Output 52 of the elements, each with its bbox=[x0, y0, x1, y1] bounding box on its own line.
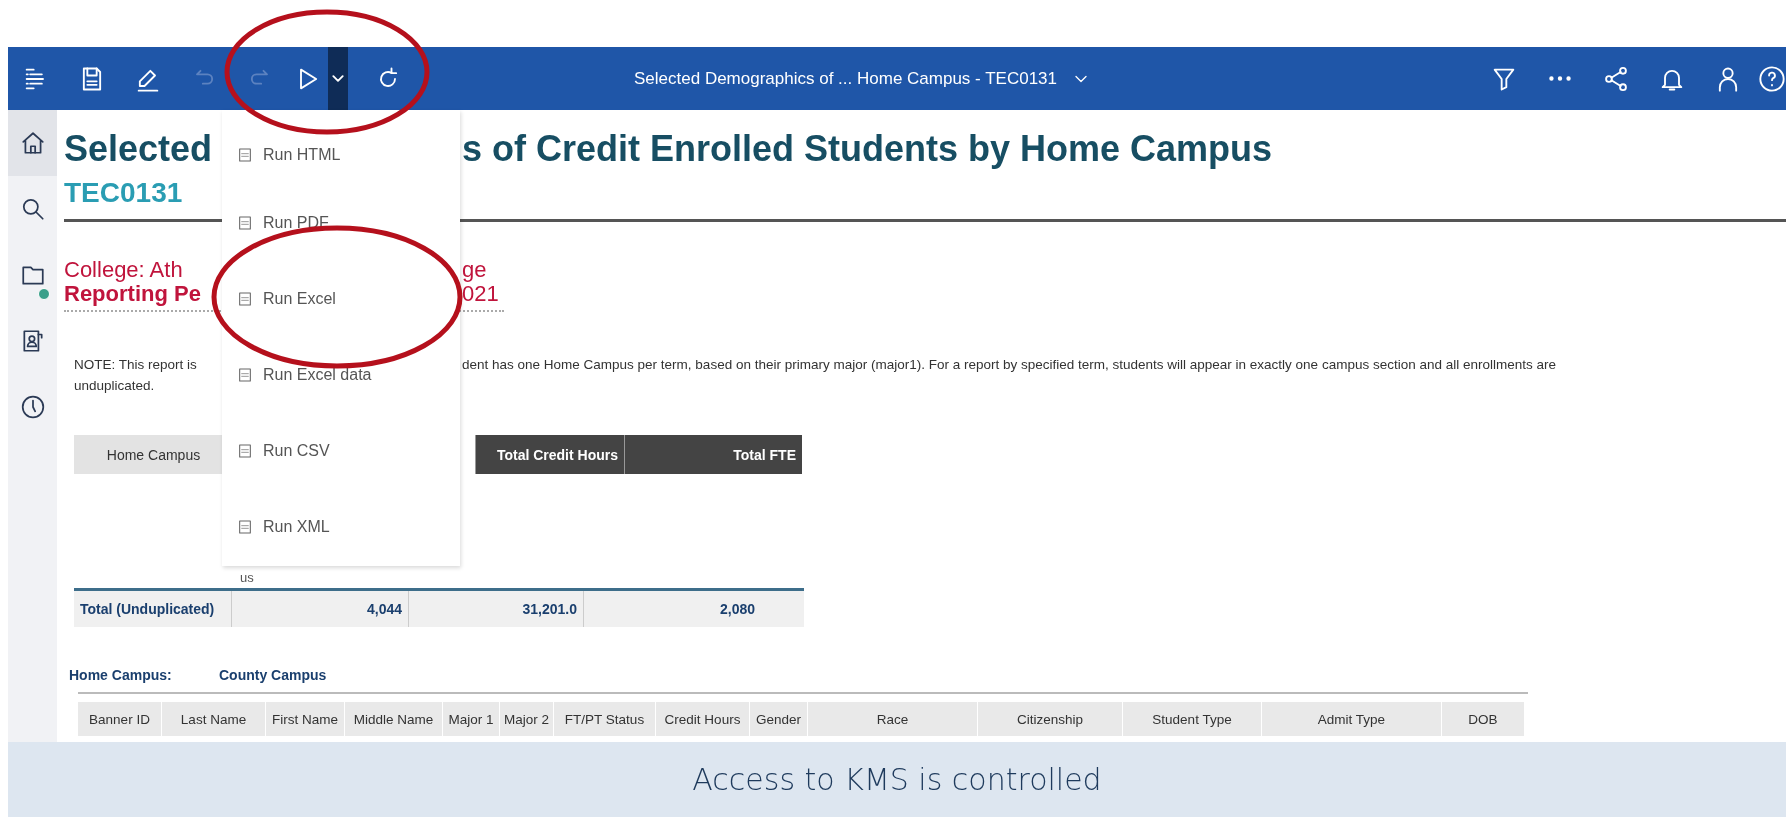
document-icon bbox=[237, 291, 253, 307]
report-code: TEC0131 bbox=[64, 177, 183, 209]
run-menu-item[interactable]: Run XML bbox=[222, 489, 460, 565]
college-value: ge bbox=[462, 258, 487, 282]
report-title: s of Credit Enrolled Students by Home Campus bbox=[462, 128, 1273, 170]
section-value: County Campus bbox=[219, 667, 327, 683]
column-header: Major 2 bbox=[500, 702, 554, 736]
note-text: dent has one Home Campus per term, based on their primary major (major1). For a report by specified term, students will appear in exactly one campus section and all enrollments are bbox=[462, 356, 1556, 374]
column-header: DOB bbox=[1442, 702, 1525, 736]
document-icon bbox=[237, 147, 253, 163]
more-icon bbox=[1549, 76, 1571, 81]
caption-text: Access to KMS is controlled bbox=[692, 762, 1102, 797]
table-cell: 31,201.0 bbox=[408, 591, 583, 627]
note-text: NOTE: This report is bbox=[74, 356, 197, 374]
column-header: Major 1 bbox=[443, 702, 500, 736]
status-dot bbox=[38, 288, 50, 300]
report-title: Selected bbox=[64, 128, 213, 170]
run-menu-item[interactable]: Run Excel data bbox=[222, 337, 460, 413]
home-button[interactable] bbox=[8, 110, 57, 176]
section-label: Home Campus: bbox=[69, 667, 173, 683]
college-label: College: Ath bbox=[64, 258, 183, 282]
column-header: Total Credit Hours bbox=[475, 435, 624, 474]
run-options-button[interactable] bbox=[328, 47, 348, 110]
column-header: Student Type bbox=[1123, 702, 1262, 736]
run-menu-item[interactable]: Run HTML bbox=[222, 125, 460, 185]
table-cell: us bbox=[240, 570, 254, 585]
note-text: unduplicated. bbox=[74, 377, 155, 395]
share-icon bbox=[1602, 64, 1630, 93]
document-icon bbox=[237, 367, 253, 383]
document-icon bbox=[237, 215, 253, 231]
column-header: Admit Type bbox=[1262, 702, 1442, 736]
column-header: Banner ID bbox=[78, 702, 162, 736]
document-icon bbox=[237, 519, 253, 535]
column-header: Total FTE bbox=[624, 435, 802, 474]
column-header: First Name bbox=[266, 702, 345, 736]
table-cell-text: Total (Unduplicated) bbox=[79, 600, 216, 619]
document-icon bbox=[237, 443, 253, 459]
column-header: Credit Hours bbox=[656, 702, 750, 736]
table-cell: 2,080 bbox=[583, 591, 761, 627]
caret-icon bbox=[332, 75, 344, 82]
column-header: Citizenship bbox=[978, 702, 1123, 736]
column-header: Middle Name bbox=[345, 702, 443, 736]
column-header: Last Name bbox=[162, 702, 266, 736]
column-header: FT/PT Status bbox=[554, 702, 656, 736]
reporting-period-label: Reporting Pe bbox=[64, 282, 201, 306]
column-header: Gender bbox=[750, 702, 808, 736]
clock-icon bbox=[19, 394, 46, 420]
table-cell: 4,044 bbox=[231, 591, 408, 627]
column-header: Race bbox=[808, 702, 978, 736]
reporting-period-value: 021 bbox=[462, 282, 499, 306]
help-icon bbox=[1758, 64, 1786, 93]
run-menu-item[interactable]: Run Excel bbox=[222, 261, 460, 337]
